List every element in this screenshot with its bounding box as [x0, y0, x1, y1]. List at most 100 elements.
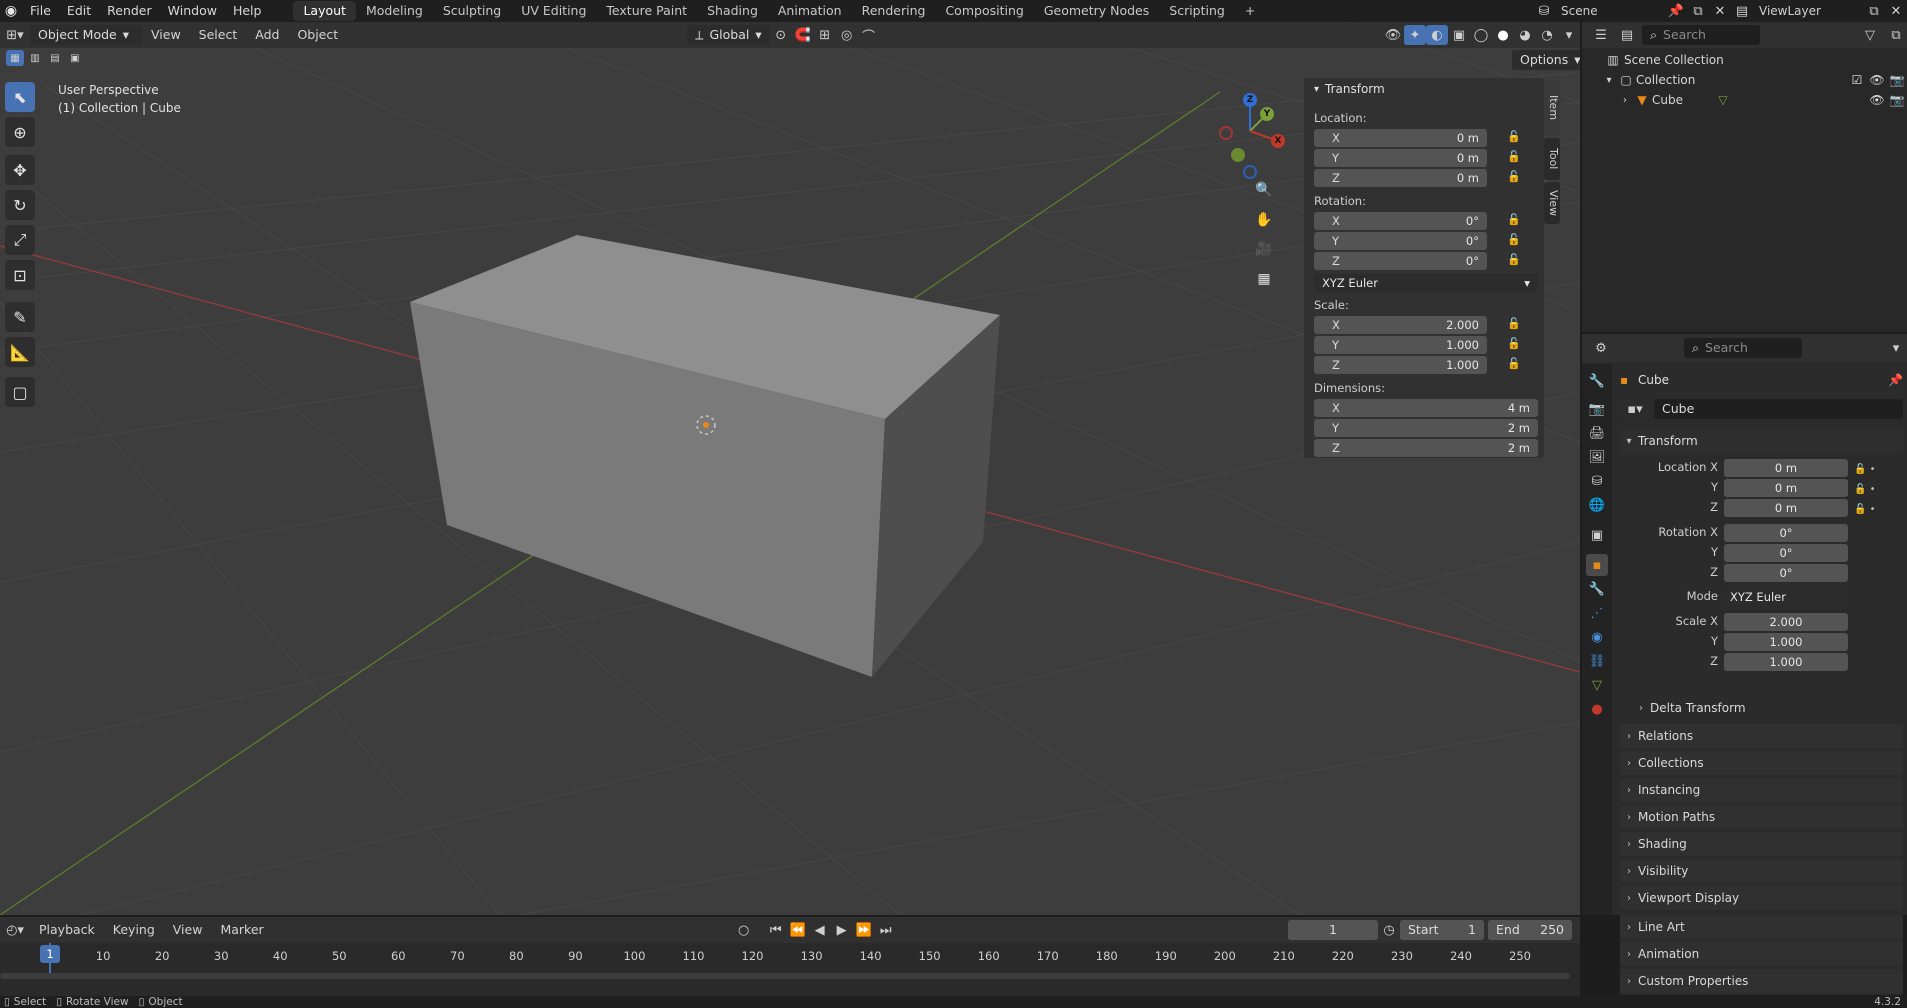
- lock-icon[interactable]: 🔓: [1507, 170, 1521, 184]
- prop-location-z-field[interactable]: 0 m: [1724, 499, 1848, 517]
- annotate-tool[interactable]: ✎: [5, 302, 35, 332]
- gizmo-y-axis[interactable]: Y: [1260, 107, 1274, 121]
- section-instancing[interactable]: › Instancing: [1620, 778, 1903, 802]
- rotation-y-field[interactable]: Y 0°: [1314, 232, 1487, 250]
- view-layer-field[interactable]: ViewLayer: [1753, 1, 1863, 21]
- scale-y-field[interactable]: Y 1.000: [1314, 336, 1487, 354]
- lock-icon[interactable]: 🔓 •: [1854, 460, 1876, 480]
- section-shading[interactable]: › Shading: [1620, 832, 1903, 856]
- tab-rendering[interactable]: Rendering: [852, 1, 936, 21]
- editor-type-icon[interactable]: ⊞▾: [0, 25, 30, 45]
- rotation-mode-dropdown[interactable]: XYZ Euler: [1724, 588, 1848, 606]
- tab-modeling[interactable]: Modeling: [356, 1, 433, 21]
- tab-scripting[interactable]: Scripting: [1159, 1, 1235, 21]
- play-reverse-icon[interactable]: ◀: [809, 920, 831, 940]
- cube-mesh[interactable]: [410, 235, 1000, 677]
- zoom-icon[interactable]: 🔍: [1252, 178, 1276, 202]
- section-relations[interactable]: › Relations: [1620, 724, 1903, 748]
- modifier-tab-icon[interactable]: 🔧: [1586, 578, 1608, 600]
- lock-icon[interactable]: 🔓 •: [1854, 500, 1876, 520]
- location-y-field[interactable]: Y 0 m: [1314, 149, 1487, 167]
- shading-options-icon[interactable]: ▾: [1558, 25, 1580, 45]
- options-dropdown[interactable]: Options ▾: [1512, 50, 1580, 70]
- prop-location-y-field[interactable]: 0 m: [1724, 479, 1848, 497]
- chevron-down-icon[interactable]: ▾: [1885, 338, 1907, 358]
- tab-animation[interactable]: Animation: [768, 1, 852, 21]
- material-tab-icon[interactable]: ●: [1586, 698, 1608, 720]
- collection-tab-icon[interactable]: ▣: [1586, 524, 1608, 546]
- preview-range-icon[interactable]: ◷: [1378, 920, 1400, 940]
- checkbox-icon[interactable]: ☑: [1847, 73, 1867, 87]
- gizmo-neg-y-axis[interactable]: [1231, 148, 1245, 162]
- delete-view-layer-icon[interactable]: ✕: [1885, 1, 1907, 21]
- select-extend-icon[interactable]: ▥: [26, 50, 44, 66]
- cursor-tool[interactable]: ⊕: [5, 117, 35, 147]
- location-z-field[interactable]: Z 0 m: [1314, 169, 1487, 187]
- jump-start-icon[interactable]: ⏮: [765, 920, 787, 940]
- timeline-menu-marker[interactable]: Marker: [211, 917, 272, 943]
- lock-icon[interactable]: 🔓: [1507, 130, 1521, 144]
- snap-target-icon[interactable]: ⊞: [814, 25, 836, 45]
- tab-geometry-nodes[interactable]: Geometry Nodes: [1034, 1, 1159, 21]
- data-tab-icon[interactable]: ▽: [1586, 674, 1608, 696]
- tool-tab-icon[interactable]: 🔧: [1586, 370, 1608, 392]
- camera-icon[interactable]: 📷: [1887, 73, 1907, 87]
- transform-tool[interactable]: ⊡: [5, 260, 35, 290]
- camera-view-icon[interactable]: 🎥: [1252, 237, 1276, 261]
- jump-end-icon[interactable]: ⏭: [875, 920, 897, 940]
- scene-icon[interactable]: ⛁: [1533, 1, 1555, 21]
- blender-logo-icon[interactable]: ◉: [0, 0, 22, 22]
- timeline-menu-playback[interactable]: Playback: [30, 917, 104, 943]
- eye-icon[interactable]: 👁: [1867, 73, 1887, 87]
- viewport-menu-add[interactable]: Add: [246, 22, 288, 48]
- tab-uv-editing[interactable]: UV Editing: [511, 1, 596, 21]
- outliner-row-cube[interactable]: › ▼ Cube ▽ 👁 📷: [1582, 90, 1907, 110]
- transform-orientation-dropdown[interactable]: ⟂ Global ▾: [687, 25, 770, 45]
- prop-rotation-z-field[interactable]: 0°: [1724, 564, 1848, 582]
- constraints-tab-icon[interactable]: ⛓: [1586, 650, 1608, 672]
- menu-file[interactable]: File: [22, 0, 59, 22]
- section-custom-properties[interactable]: › Custom Properties: [1620, 969, 1903, 993]
- view-layer-tab-icon[interactable]: 🖼: [1586, 446, 1608, 468]
- outliner-editor-icon[interactable]: ☰: [1590, 25, 1612, 45]
- section-viewport-display[interactable]: › Viewport Display: [1620, 886, 1903, 910]
- lock-icon[interactable]: 🔓 •: [1854, 480, 1876, 500]
- section-animation[interactable]: › Animation: [1620, 942, 1903, 966]
- proportional-edit-icon[interactable]: ◎: [836, 25, 858, 45]
- rotate-tool[interactable]: ↻: [5, 190, 35, 220]
- pan-hand-icon[interactable]: ✋: [1252, 208, 1276, 232]
- select-box-tool[interactable]: ⬉: [5, 82, 35, 112]
- object-name-field[interactable]: Cube: [1654, 399, 1903, 419]
- end-frame-field[interactable]: End 250: [1488, 920, 1572, 940]
- prop-rotation-y-field[interactable]: 0°: [1724, 544, 1848, 562]
- pin-icon[interactable]: 📌: [1888, 373, 1903, 387]
- section-line-art[interactable]: › Line Art: [1620, 915, 1903, 939]
- output-tab-icon[interactable]: 🖨: [1586, 422, 1608, 444]
- location-x-field[interactable]: X 0 m: [1314, 129, 1487, 147]
- move-tool[interactable]: ✥: [5, 155, 35, 185]
- add-cube-tool[interactable]: ▢: [5, 377, 35, 407]
- outliner-row-collection[interactable]: ▾ ▢ Collection ☑ 👁 📷: [1582, 70, 1907, 90]
- lock-icon[interactable]: 🔓: [1507, 337, 1521, 351]
- add-workspace-icon[interactable]: +: [1235, 1, 1265, 21]
- physics-tab-icon[interactable]: ◉: [1586, 626, 1608, 648]
- rotation-z-field[interactable]: Z 0°: [1314, 252, 1487, 270]
- new-scene-icon[interactable]: ⧉: [1687, 1, 1709, 21]
- select-new-icon[interactable]: ▦: [6, 50, 24, 66]
- scale-z-field[interactable]: Z 1.000: [1314, 356, 1487, 374]
- rotation-mode-dropdown[interactable]: XYZ Euler ▾: [1314, 274, 1538, 292]
- new-view-layer-icon[interactable]: ⧉: [1863, 1, 1885, 21]
- render-tab-icon[interactable]: 📷: [1586, 398, 1608, 420]
- play-icon[interactable]: ▶: [831, 920, 853, 940]
- scene-name-field[interactable]: Scene: [1555, 1, 1665, 21]
- viewport-menu-object[interactable]: Object: [288, 22, 347, 48]
- tab-texture-paint[interactable]: Texture Paint: [596, 1, 697, 21]
- falloff-icon[interactable]: ⌒: [858, 25, 880, 45]
- menu-window[interactable]: Window: [160, 0, 225, 22]
- snap-icon[interactable]: 🧲: [792, 25, 814, 45]
- camera-icon[interactable]: 📷: [1887, 93, 1907, 107]
- sidebar-tab-item[interactable]: Item: [1544, 80, 1560, 136]
- playhead-marker[interactable]: 1: [40, 945, 60, 963]
- gizmo-toggle-icon[interactable]: ✦: [1404, 25, 1426, 45]
- current-frame-field[interactable]: 1: [1288, 920, 1378, 940]
